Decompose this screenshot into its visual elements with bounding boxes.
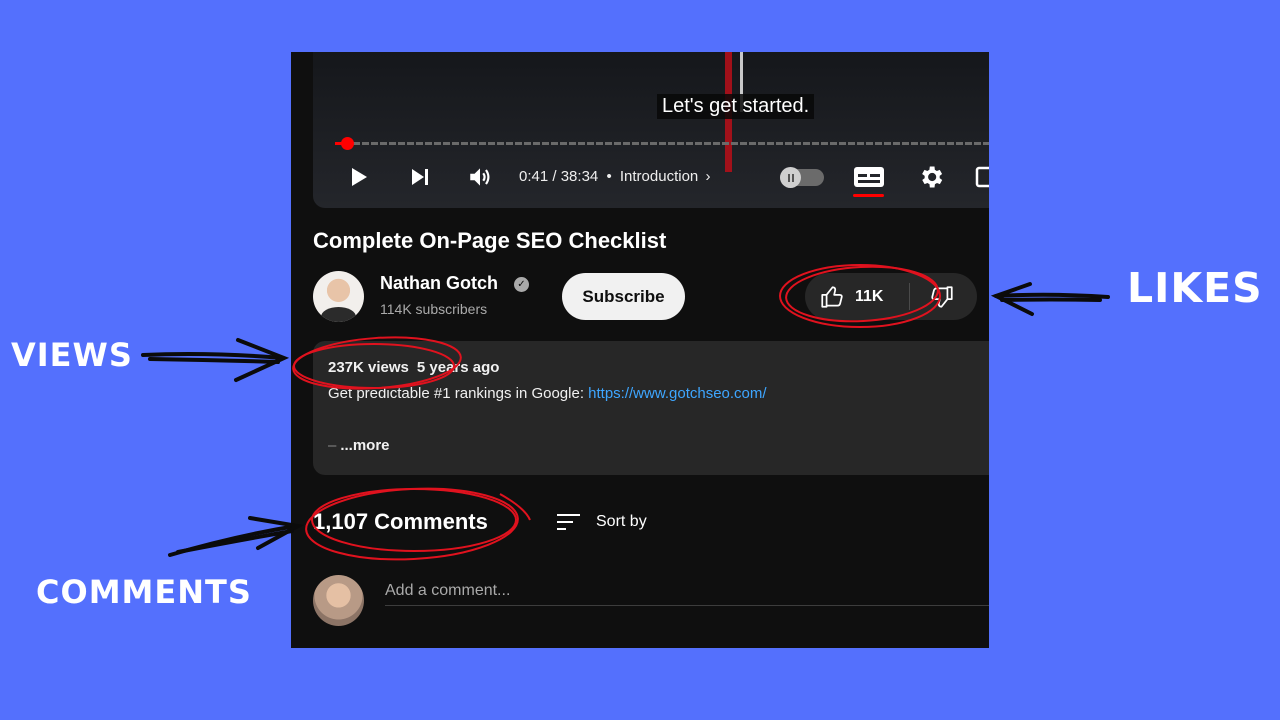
subscriber-count: 114K subscribers xyxy=(380,301,488,317)
thumbs-up-icon xyxy=(821,285,843,308)
views-annotation-label: VIEWS xyxy=(11,336,133,374)
video-title: Complete On-Page SEO Checklist xyxy=(313,228,667,253)
chapter-button[interactable]: Introduction xyxy=(620,168,698,185)
video-player[interactable]: Let's get started. 0:41 / 38:34 • Introd… xyxy=(313,52,989,208)
pause-icon xyxy=(780,167,801,188)
gear-icon xyxy=(922,166,943,188)
volume-button[interactable] xyxy=(463,160,497,194)
description-text: Get predictable #1 rankings in Google: h… xyxy=(328,385,767,402)
comments-count: 1,107 Comments xyxy=(313,509,488,534)
miniplayer-button[interactable] xyxy=(973,160,989,194)
verified-badge-icon: ✓ xyxy=(514,277,529,292)
settings-button[interactable] xyxy=(913,160,949,194)
youtube-video-panel: Let's get started. 0:41 / 38:34 • Introd… xyxy=(291,52,989,648)
subtitles-active-indicator xyxy=(853,194,884,197)
add-comment-input[interactable] xyxy=(385,576,989,606)
thumbs-down-icon xyxy=(931,285,953,308)
description-dash: – xyxy=(328,437,337,454)
progress-scrubber[interactable] xyxy=(341,137,355,150)
autoplay-toggle[interactable] xyxy=(780,167,824,188)
channel-name[interactable]: Nathan Gotch xyxy=(380,273,498,294)
likes-arrow xyxy=(990,282,1110,316)
like-count: 11K xyxy=(855,287,884,305)
view-count: 237K views xyxy=(328,359,409,376)
likes-annotation-label: LIKES xyxy=(1127,264,1263,312)
like-dislike-group: 11K xyxy=(805,273,977,320)
next-button[interactable] xyxy=(403,160,437,194)
time-total: 38:34 xyxy=(560,168,599,185)
player-controls: 0:41 / 38:34 • Introduction › xyxy=(313,160,989,197)
comments-annotation-label: COMMENTS xyxy=(36,573,252,611)
sort-icon xyxy=(557,514,580,530)
subscribe-button[interactable]: Subscribe xyxy=(562,273,685,320)
skip-next-icon xyxy=(412,169,428,185)
play-button[interactable] xyxy=(341,160,375,194)
upload-date: 5 years ago xyxy=(416,359,500,376)
sort-by-label: Sort by xyxy=(596,513,647,530)
video-caption: Let's get started. xyxy=(657,94,815,119)
subtitles-icon xyxy=(853,167,884,187)
play-icon xyxy=(352,168,367,186)
chevron-right-icon: › xyxy=(705,168,711,185)
description-body: Get predictable #1 rankings in Google: xyxy=(328,385,589,402)
description-link[interactable]: https://www.gotchseo.com/ xyxy=(588,385,766,402)
time-current: 0:41 xyxy=(519,168,549,185)
comments-arrow xyxy=(168,516,305,557)
show-more-button[interactable]: – ...more xyxy=(328,437,390,454)
channel-avatar[interactable] xyxy=(313,271,364,322)
progress-bar[interactable] xyxy=(335,137,989,150)
dislike-button[interactable] xyxy=(917,273,967,320)
sort-by-button[interactable]: Sort by xyxy=(556,509,647,535)
miniplayer-icon xyxy=(975,166,989,188)
like-divider xyxy=(909,283,910,310)
time-display: 0:41 / 38:34 • Introduction › xyxy=(519,168,711,185)
description-box[interactable]: 237K views 5 years ago Get predictable #1… xyxy=(313,341,989,475)
views-arrow xyxy=(141,338,290,382)
user-avatar xyxy=(313,575,364,626)
subtitles-button[interactable] xyxy=(850,160,887,194)
description-meta: 237K views 5 years ago xyxy=(328,359,499,376)
show-more-label: ...more xyxy=(340,437,390,454)
like-button[interactable]: 11K xyxy=(805,273,908,320)
volume-icon xyxy=(470,168,490,186)
